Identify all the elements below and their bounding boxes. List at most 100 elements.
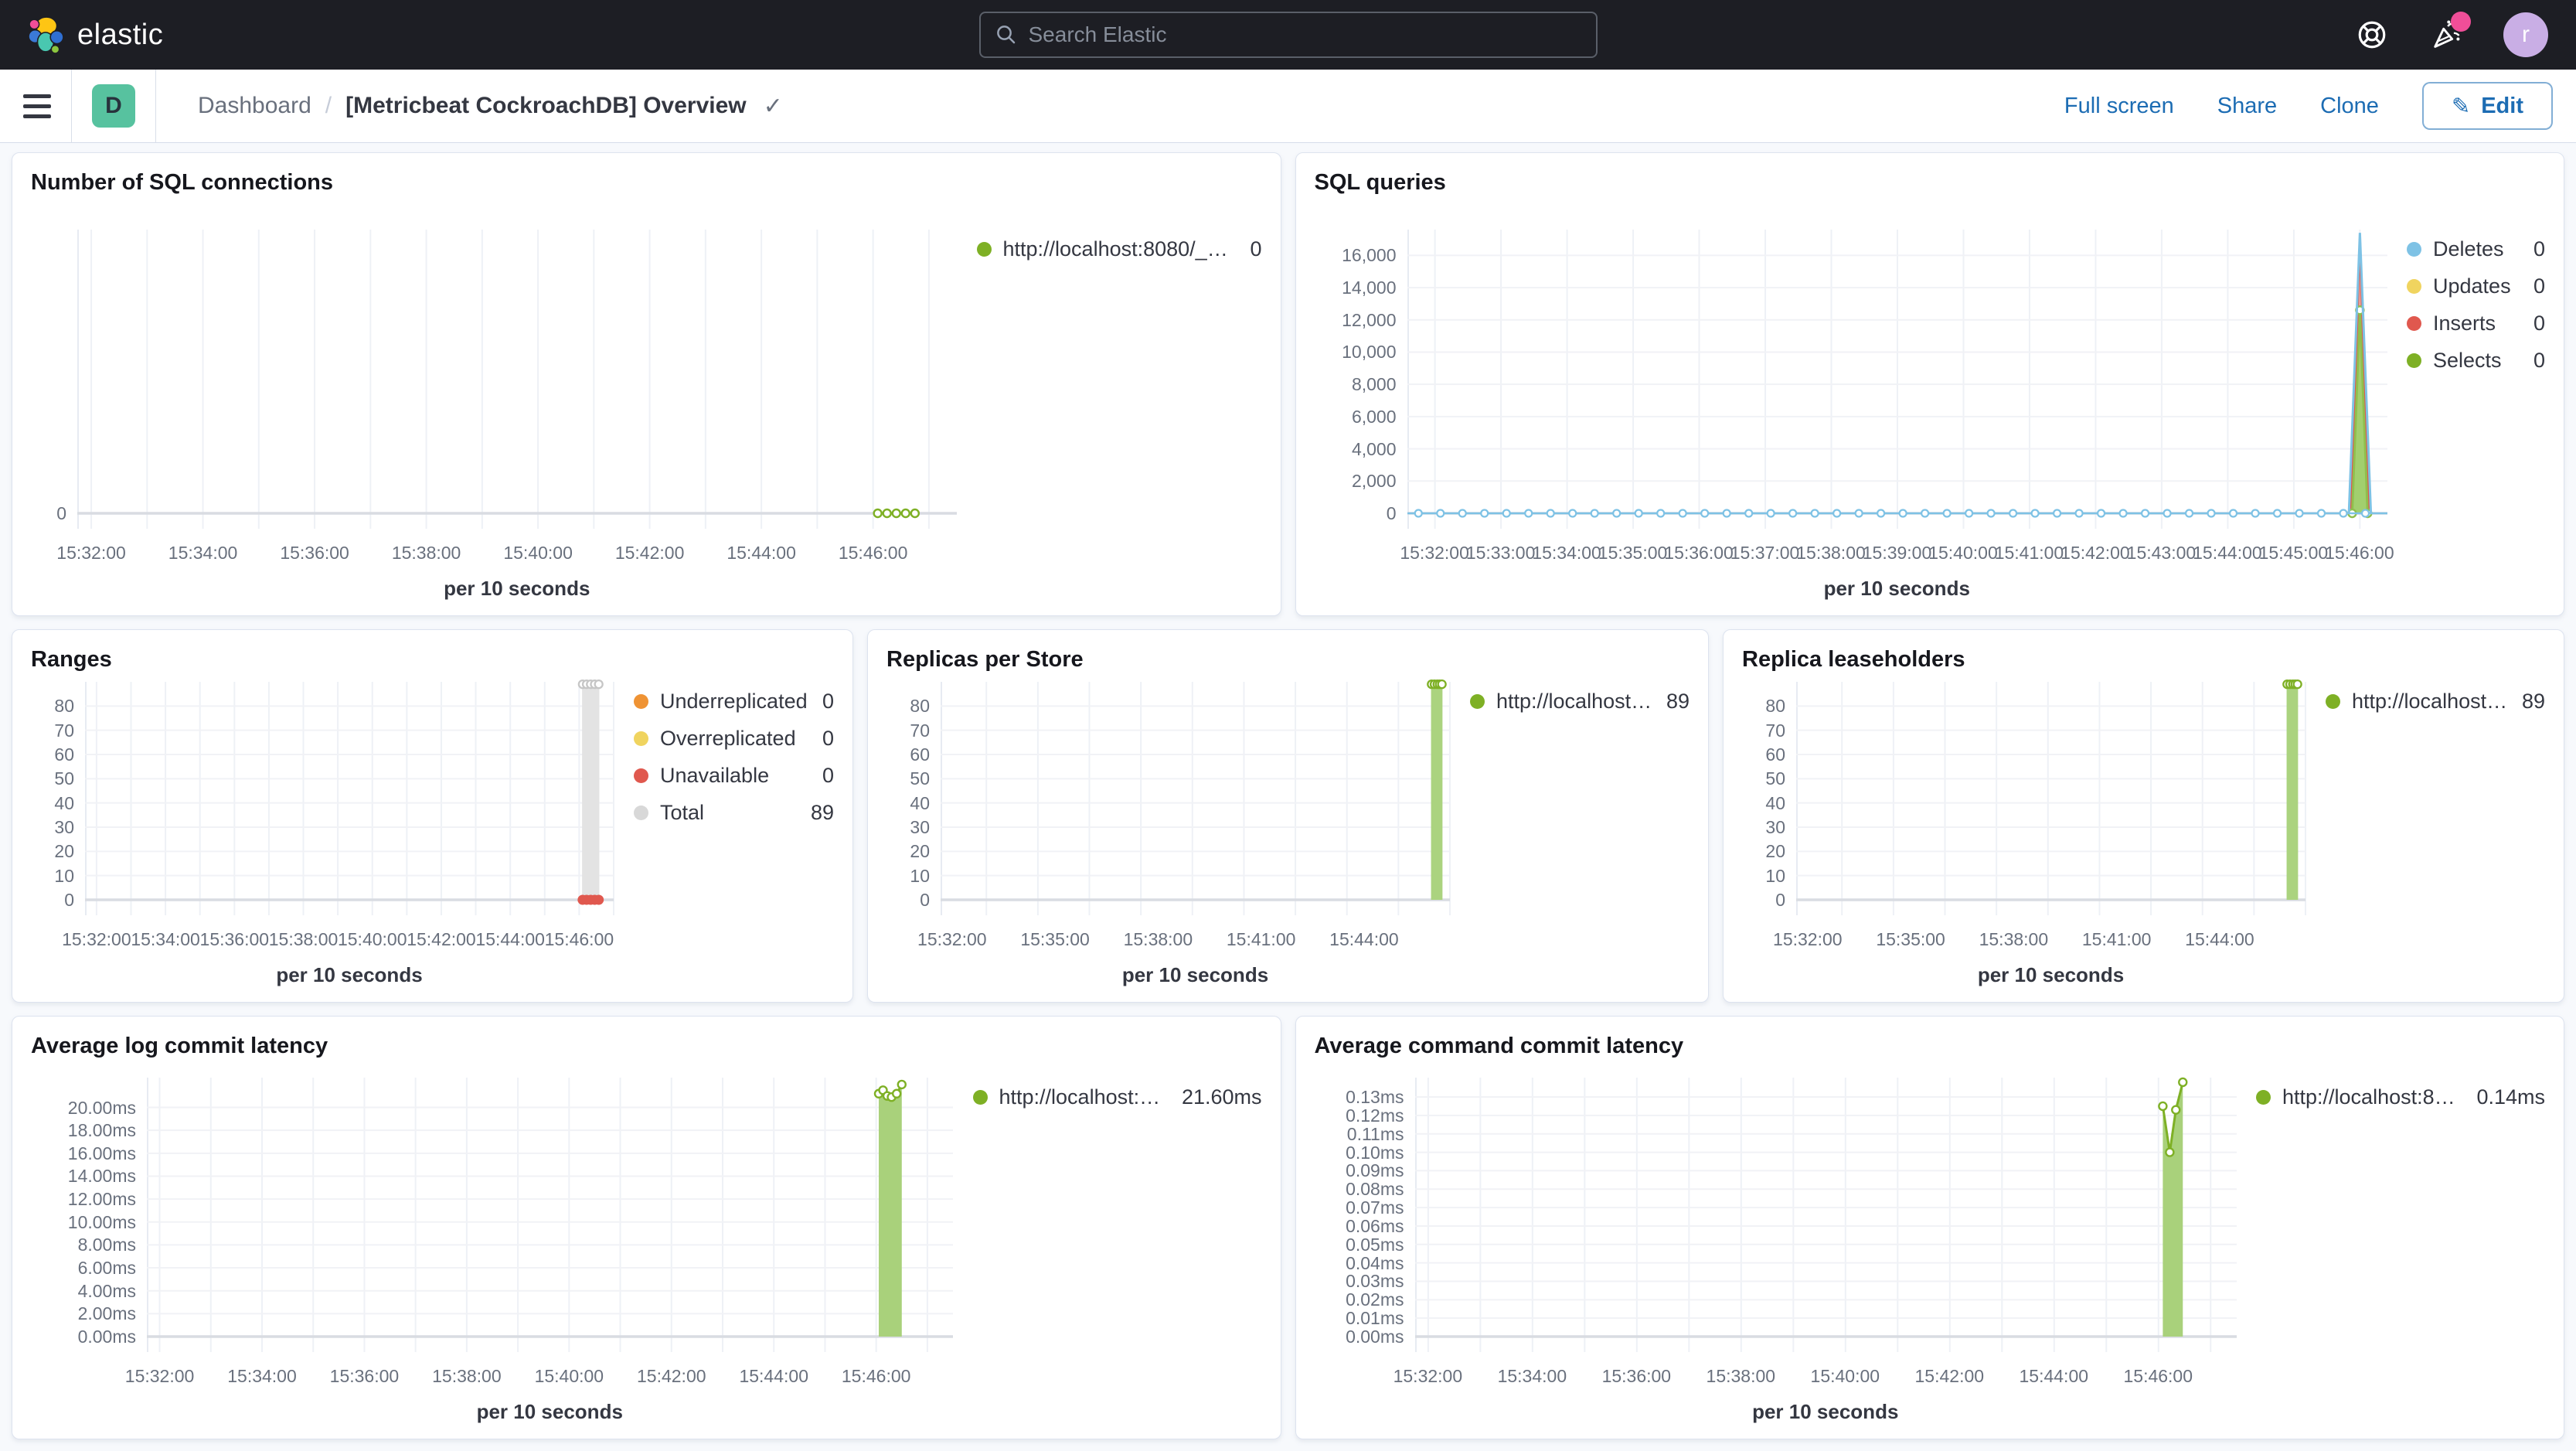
y-tick-label: 80	[910, 696, 930, 717]
x-tick-label: 15:33:00	[1465, 543, 1536, 563]
x-tick-label: 15:41:00	[1994, 543, 2064, 563]
y-tick-label: 12.00ms	[67, 1189, 136, 1210]
legend-item[interactable]: Overreplicated 0	[634, 727, 834, 751]
share-button[interactable]: Share	[2217, 94, 2277, 119]
x-tick-label: 15:38:00	[1706, 1366, 1776, 1386]
chart-legend: http://localhost:8080/_sta... 89	[2305, 682, 2545, 991]
help-button[interactable]	[2355, 18, 2389, 52]
y-tick-label: 40	[1765, 792, 1785, 813]
legend-series-dot	[634, 806, 648, 820]
y-tick-label: 0	[56, 503, 66, 523]
legend-item[interactable]: http://localhost:8080/_sta... 89	[2326, 690, 2545, 714]
legend-series-value: 0	[822, 764, 834, 787]
x-tick-label: 15:36:00	[280, 543, 349, 563]
chart-plot[interactable]	[1796, 679, 2306, 915]
chart-plot[interactable]	[1407, 230, 2387, 529]
clone-button[interactable]: Clone	[2320, 94, 2379, 119]
panel-ranges: Ranges 0 10 20 30 40 50 60 70 80 15:32:00 15:34:0…	[12, 629, 853, 1003]
menu-toggle-icon[interactable]	[23, 91, 51, 121]
legend-item[interactable]: Unavailable 0	[634, 764, 834, 788]
chart-plot[interactable]	[77, 230, 957, 529]
dashboard-app-badge[interactable]: D	[92, 84, 135, 128]
breadcrumb-dashboard[interactable]: Dashboard	[198, 93, 311, 119]
x-tick-label: 15:38:00	[1979, 929, 2049, 949]
global-header: elastic Search Elastic r	[0, 0, 2576, 70]
y-tick-label: 10	[54, 865, 74, 886]
y-tick-label: 0.12ms	[1346, 1105, 1404, 1126]
legend-series-value: 0.14ms	[2476, 1085, 2545, 1109]
chart-canvas	[147, 1078, 953, 1352]
x-tick-label: 15:34:00	[227, 1366, 297, 1386]
y-tick-label: 20	[910, 841, 930, 862]
y-tick-label: 0.05ms	[1346, 1234, 1404, 1255]
legend-item[interactable]: Inserts 0	[2407, 312, 2545, 336]
y-tick-label: 4.00ms	[77, 1280, 136, 1301]
legend-series-label: Unavailable	[660, 764, 770, 787]
x-axis-labels: 15:32:00 15:35:00 15:38:00 15:41:00 15:44:00	[917, 929, 1450, 954]
legend-item[interactable]: Total 89	[634, 801, 834, 825]
legend-item[interactable]: http://localhost:8080/_sta... 89	[1470, 690, 1690, 714]
check-icon[interactable]: ✓	[764, 93, 783, 120]
x-axis-title: per 10 seconds	[1752, 1400, 1899, 1423]
chart-legend: http://localhost:8080/_sta... 89	[1450, 682, 1690, 991]
x-tick-label: 15:42:00	[614, 543, 685, 563]
chart-plot[interactable]	[147, 1078, 953, 1352]
y-axis-labels: 0 2,000 4,000 6,000 8,000 10,000 12,000 14,000 1…	[1315, 230, 1407, 605]
y-tick-label: 6,000	[1351, 406, 1397, 427]
y-tick-label: 30	[1765, 817, 1785, 837]
y-tick-label: 0.11ms	[1346, 1123, 1404, 1144]
y-tick-label: 0.00ms	[1346, 1327, 1404, 1347]
x-tick-label: 15:42:00	[407, 929, 476, 949]
legend-item[interactable]: Updates 0	[2407, 274, 2545, 298]
x-tick-label: 15:38:00	[268, 929, 339, 949]
y-tick-label: 14.00ms	[67, 1166, 136, 1187]
y-tick-label: 70	[54, 720, 74, 741]
x-tick-label: 15:39:00	[1862, 543, 1932, 563]
legend-series-label: http://localhost:8080/_stat...	[1002, 237, 1237, 261]
panel-title: Average command commit latency	[1314, 1034, 1684, 1058]
legend-series-dot	[634, 694, 648, 709]
x-tick-label: 15:34:00	[1532, 543, 1601, 563]
x-axis-labels: 15:32:00 15:34:00 15:36:00 15:38:00 15:40:00…	[1393, 1366, 2237, 1391]
x-axis-labels: 15:32:00 15:34:00 15:36:00 15:38:00 15:40:00…	[62, 929, 614, 954]
y-tick-label: 12,000	[1342, 309, 1397, 330]
global-search[interactable]	[978, 12, 1598, 58]
legend-series-label: Total	[660, 801, 705, 824]
legend-item[interactable]: http://localhost:808... 21.60ms	[972, 1085, 1262, 1109]
legend-series-dot	[2407, 353, 2421, 368]
y-tick-label: 50	[1765, 768, 1785, 789]
y-tick-label: 8,000	[1351, 374, 1397, 395]
x-tick-label: 15:32:00	[62, 929, 131, 949]
search-input[interactable]	[1028, 22, 1582, 47]
fullscreen-button[interactable]: Full screen	[2064, 94, 2174, 119]
x-tick-label: 15:34:00	[1497, 1366, 1567, 1386]
legend-series-dot	[2326, 694, 2340, 709]
legend-series-dot	[2256, 1090, 2271, 1105]
legend-series-value: 0	[2533, 349, 2545, 372]
x-tick-label: 15:38:00	[1796, 543, 1866, 563]
legend-item[interactable]: Deletes 0	[2407, 237, 2545, 261]
x-tick-label: 15:35:00	[1598, 543, 1668, 563]
legend-series-label: Selects	[2433, 349, 2502, 372]
panel-title: Replicas per Store	[886, 647, 1084, 672]
x-tick-label: 15:38:00	[432, 1366, 502, 1386]
legend-item[interactable]: Underreplicated 0	[634, 690, 834, 714]
news-feed-button[interactable]	[2429, 12, 2471, 52]
x-tick-label: 15:46:00	[2123, 1366, 2193, 1386]
chart-plot[interactable]	[1414, 1077, 2237, 1352]
y-tick-label: 16,000	[1342, 245, 1397, 266]
chart-canvas	[77, 230, 957, 529]
chart-plot[interactable]	[941, 679, 1451, 915]
chart-plot[interactable]	[85, 679, 614, 915]
x-tick-label: 15:44:00	[727, 543, 796, 563]
legend-item[interactable]: http://localhost:8080/_stat... 0	[976, 237, 1262, 261]
chart-canvas	[941, 679, 1451, 915]
elastic-brand[interactable]: elastic	[28, 16, 163, 53]
edit-button[interactable]: ✎ Edit	[2421, 82, 2553, 130]
legend-item[interactable]: Selects 0	[2407, 349, 2545, 373]
panel-average-log-commit-latency: Average log commit latency 0.00ms 2.00ms 4…	[12, 1016, 1281, 1439]
user-avatar[interactable]: r	[2503, 12, 2548, 57]
chart-legend: Deletes 0 Updates 0 Inserts 0 Selects 0	[2387, 230, 2545, 605]
x-tick-label: 15:35:00	[1876, 929, 1945, 949]
legend-item[interactable]: http://localhost:8080... 0.14ms	[2256, 1085, 2545, 1109]
